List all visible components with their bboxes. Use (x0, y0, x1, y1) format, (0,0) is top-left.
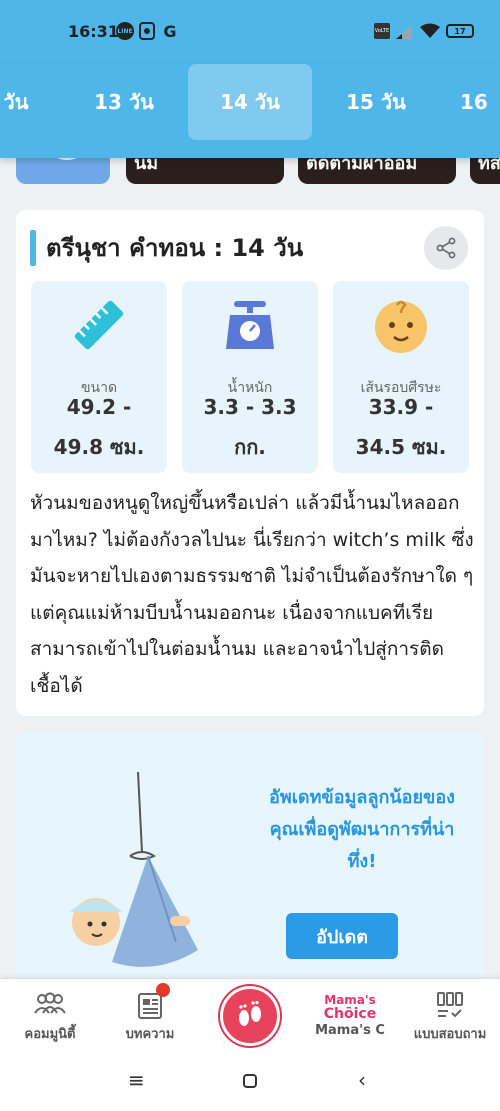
system-navigation-bar: ≡ ‹ (0, 1048, 500, 1111)
tab-day-13[interactable]: 13 วัน (66, 64, 182, 140)
stat-weight: น้ำหนัก 3.3 - 3.3 กก. (182, 281, 318, 473)
nav-label: Mama's C (315, 1023, 385, 1038)
back-icon[interactable]: ‹ (358, 1068, 366, 1092)
nav-label: แบบสอบถาม (413, 1027, 487, 1042)
share-icon (436, 237, 456, 259)
footprints-button[interactable] (220, 986, 280, 1046)
stat-value: 34.5 ซม. (355, 435, 447, 459)
nav-label: บทความ (125, 1027, 175, 1042)
volte-icon: VoLTE (374, 23, 390, 39)
line-app-icon: LINE (116, 22, 134, 40)
tab-day-12[interactable]: วัน (0, 64, 46, 140)
recent-apps-icon[interactable]: ≡ (128, 1068, 145, 1092)
survey-icon (437, 992, 463, 1018)
promo-message: อัพเดทข้อมูลลูกน้อยของคุณเพื่อดูพัฒนาการ… (269, 787, 455, 872)
nav-community[interactable]: คอมมูนิตี้ (10, 979, 90, 1049)
stat-value: 49.8 ซม. (53, 435, 145, 459)
logo-text: Mama's (324, 993, 376, 1007)
status-bar: 16:31 LINE G VoLTE 17 (0, 0, 500, 64)
stat-value: 33.9 - (368, 395, 434, 419)
tab-day-16[interactable]: 16 (460, 64, 500, 140)
notification-dot (156, 983, 170, 997)
nav-survey[interactable]: แบบสอบถาม (402, 979, 498, 1049)
development-description: หัวนมของหนูดูใหญ่ขึ้นหรือเปล่า แล้วมีน้ำ… (30, 492, 474, 697)
baby-development-card: ตรีนุชา คำทอน : 14 วัน ขนาด 49.2 - 49.8 … (16, 210, 484, 716)
community-icon (34, 992, 66, 1014)
mamas-choice-logo: Mama's Chōice (306, 993, 394, 1021)
google-icon: G (163, 21, 177, 41)
scale-icon (226, 301, 274, 349)
logo-text: Chōice (323, 1006, 377, 1022)
nav-articles[interactable]: บทความ (108, 979, 192, 1049)
tab-day-15[interactable]: 15 วัน (318, 64, 434, 140)
stat-value: 3.3 - 3.3 (203, 395, 297, 419)
nav-mamas-choice[interactable]: Mama's Chōice Mama's C (306, 979, 394, 1049)
wifi-icon (420, 22, 440, 40)
ruler-icon (74, 300, 124, 350)
stat-head-circumference: เส้นรอบศีรษะ 33.9 - 34.5 ซม. (333, 281, 469, 473)
home-icon[interactable] (242, 1070, 258, 1094)
stat-value: กก. (234, 435, 266, 459)
stat-length: ขนาด 49.2 - 49.8 ซม. (31, 281, 167, 473)
baby-face-icon (375, 300, 427, 353)
day-tabs: วัน 13 วัน 14 วัน 15 วัน 16 (0, 64, 500, 158)
signal-icon (394, 22, 414, 40)
footprints-icon (239, 1000, 261, 1026)
battery-icon: 17 (446, 24, 474, 38)
status-time: 16:31 (68, 22, 119, 41)
card-title: ตรีนุชา คำทอน : 14 วัน (46, 234, 304, 262)
nav-label: คอมมูนิตี้ (24, 1027, 76, 1042)
update-button[interactable]: อัปเดต (286, 913, 398, 959)
tab-day-14[interactable]: 14 วัน (188, 64, 312, 140)
title-accent-bar (30, 230, 36, 266)
stork-bundle-illustration (70, 772, 198, 967)
stat-value: 49.2 - (66, 395, 132, 419)
app-notification-icon (139, 22, 155, 40)
share-button[interactable] (424, 226, 468, 270)
